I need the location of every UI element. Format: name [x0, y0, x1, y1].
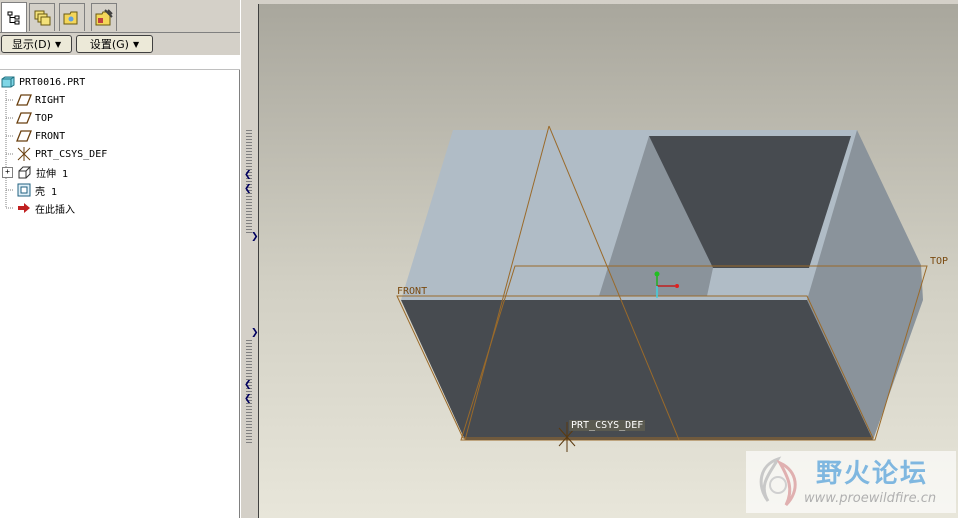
chevron-down-icon: ▼ [54, 39, 62, 49]
navigator-tabbar [0, 0, 240, 33]
flame-logo-icon [759, 456, 797, 507]
favorites-icon [95, 8, 113, 25]
collapse-left-icon[interactable]: ❮ [244, 184, 252, 194]
settings-button-label: 设置(G) [89, 38, 129, 51]
tree-item-right[interactable]: RIGHT [16, 91, 65, 109]
model-view [396, 125, 928, 452]
tree-item-label: 在此插入 [35, 204, 75, 216]
tree-item-front[interactable]: FRONT [16, 127, 65, 145]
chevron-down-icon: ▼ [132, 39, 140, 49]
datum-plane-icon [16, 110, 32, 126]
tab-model-tree[interactable] [1, 2, 27, 32]
insert-here-arrow-icon [16, 200, 32, 216]
datum-plane-icon [16, 92, 32, 108]
tree-item-csys[interactable]: PRT_CSYS_DEF [16, 145, 107, 163]
tree-button-row: 显示(D) ▼ 设置(G) ▼ [0, 33, 240, 55]
tree-item-label: 壳 1 [35, 186, 58, 198]
tree-item-label: TOP [35, 112, 54, 124]
graphics-window[interactable]: FRONT TOP PRT_CSYS_DEF [258, 0, 958, 518]
datum-plane-icon [16, 128, 32, 144]
tree-item-label: FRONT [35, 130, 66, 142]
tab-favorites[interactable] [91, 3, 117, 31]
shell-icon [16, 182, 32, 198]
tree-item-label: PRT_CSYS_DEF [35, 148, 108, 160]
collapse-left-icon[interactable]: ❮ [244, 170, 252, 180]
expand-icon[interactable]: + [2, 166, 13, 178]
model-tree-panel: 显示(D) ▼ 设置(G) ▼ PRT0016.PRT RIGHT TOP FR… [0, 0, 240, 518]
tree-header-bar [0, 55, 240, 70]
folder-browser-icon [63, 11, 78, 24]
tree-item-label: RIGHT [35, 94, 66, 106]
tree-item-insert-here[interactable]: 在此插入 [16, 199, 75, 217]
tree-item-extrude[interactable]: + 拉伸 1 [0, 163, 68, 181]
extrude-icon [17, 164, 33, 180]
splitter-grip[interactable] [246, 340, 252, 444]
display-button-label: 显示(D) [11, 38, 51, 51]
tree-item-top[interactable]: TOP [16, 109, 53, 127]
top-plane-label[interactable]: TOP [930, 256, 948, 267]
tab-layers[interactable] [29, 3, 55, 31]
watermark-logo: 野火论坛 www.proewildfire.cn [746, 451, 956, 513]
collapse-left-icon[interactable]: ❮ [244, 394, 252, 404]
tree-item-shell[interactable]: 壳 1 [16, 181, 57, 199]
tab-folder-browser[interactable] [59, 3, 85, 31]
front-plane-label[interactable]: FRONT [397, 286, 427, 297]
tree-item-part[interactable]: PRT0016.PRT [0, 73, 85, 91]
display-dropdown-button[interactable]: 显示(D) ▼ [1, 35, 72, 53]
settings-dropdown-button[interactable]: 设置(G) ▼ [76, 35, 153, 53]
tree-item-label: PRT0016.PRT [19, 76, 86, 88]
front-face [401, 300, 873, 440]
csys-label[interactable]: PRT_CSYS_DEF [569, 420, 646, 431]
watermark-url: www.proewildfire.cn [804, 491, 937, 506]
splitter-grip[interactable] [246, 130, 252, 234]
collapse-left-icon[interactable]: ❮ [244, 380, 252, 390]
part-icon [0, 74, 16, 90]
layers-icon [34, 10, 51, 25]
tree-item-label: 拉伸 1 [36, 168, 69, 180]
csys-icon [16, 146, 32, 162]
panel-splitter[interactable]: ❮ ❮ ❯ ❯ ❮ ❮ [240, 0, 259, 518]
watermark-title: 野火论坛 [816, 459, 929, 489]
viewport-top-strip [258, 0, 958, 4]
model-tree-icon [7, 11, 20, 24]
